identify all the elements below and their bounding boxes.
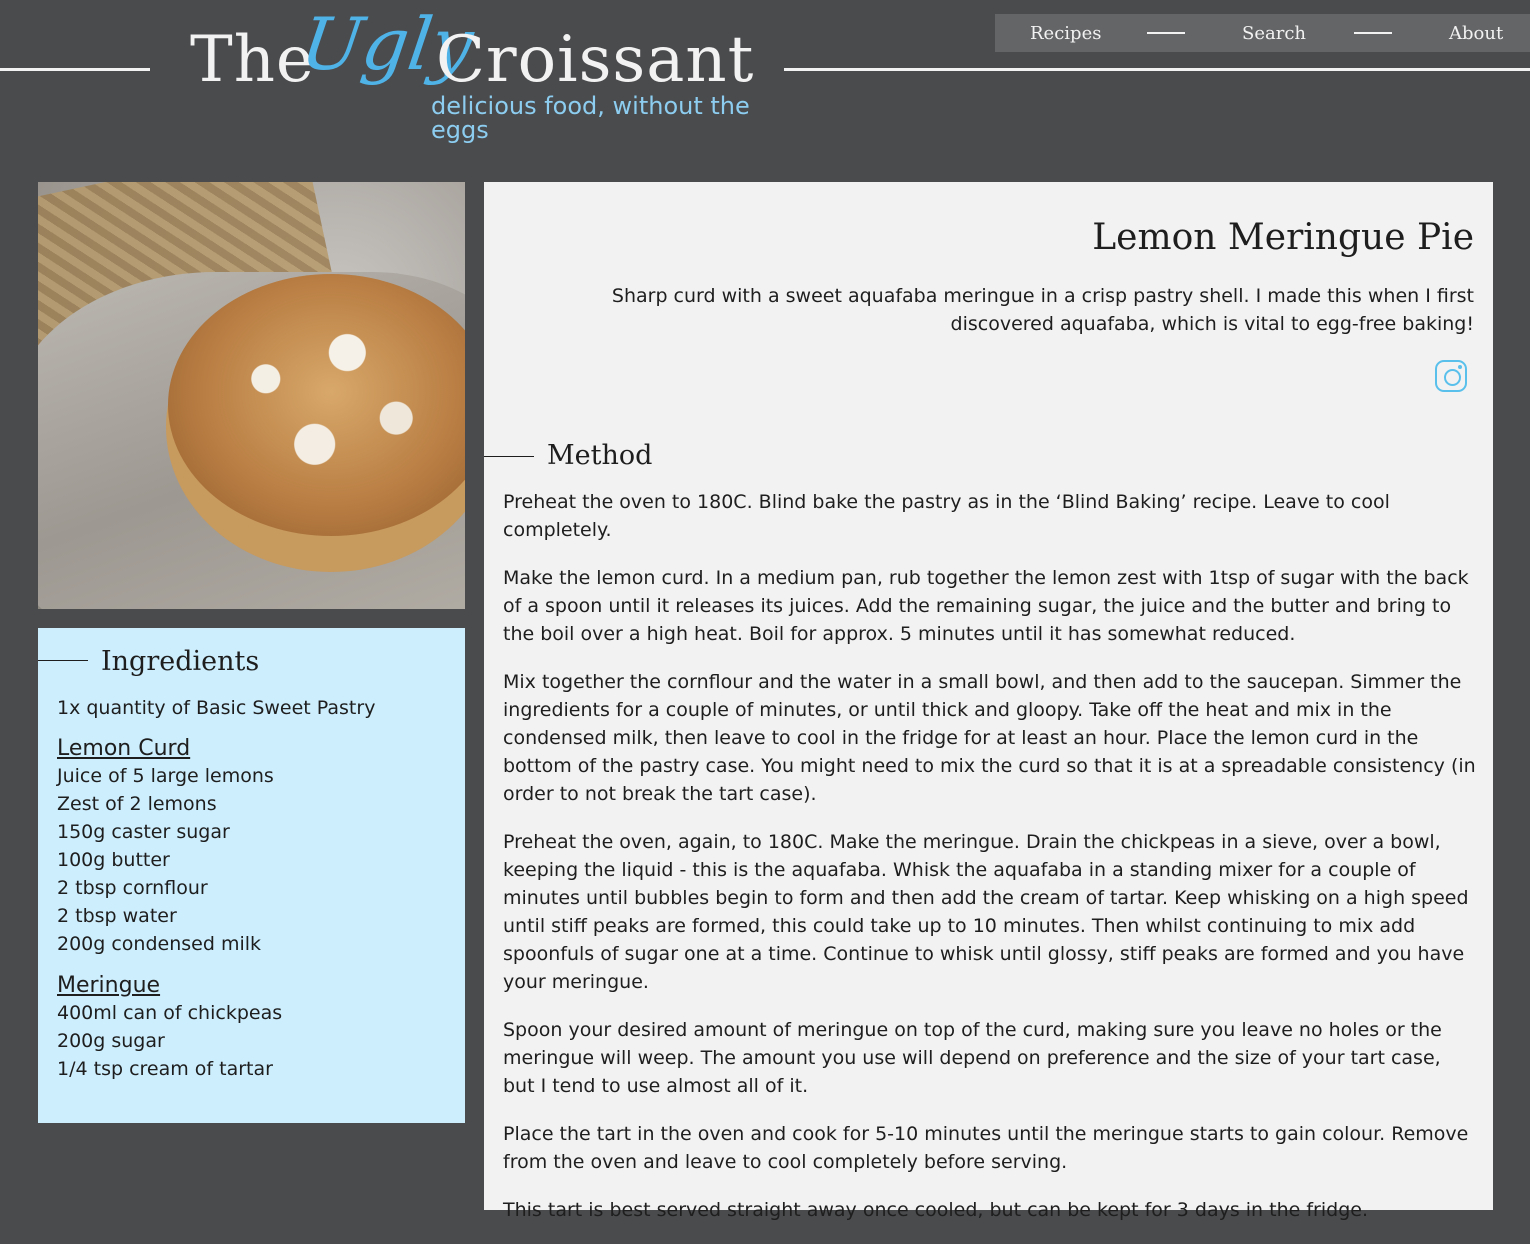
nav-search-link[interactable]: Search [1242, 23, 1306, 44]
main-nav: Recipes Search About [995, 14, 1530, 52]
ingredients-heading: Ingredients [101, 646, 260, 677]
ingredients-heading-rule [38, 660, 88, 661]
method-step: Make the lemon curd. In a medium pan, ru… [503, 567, 1469, 645]
header-rule-left [0, 68, 150, 71]
ingredient-item: 200g condensed milk [57, 933, 262, 955]
ingredient-item: 2 tbsp cornflour [57, 877, 208, 899]
method-step: Preheat the oven, again, to 180C. Make t… [503, 831, 1469, 993]
method-step: Mix together the cornflour and the water… [503, 671, 1476, 805]
method-step: Preheat the oven to 180C. Blind bake the… [503, 491, 1390, 541]
recipe-photo [38, 182, 465, 609]
instagram-icon[interactable] [1435, 360, 1467, 392]
method-heading: Method [547, 440, 653, 471]
instagram-lens [1444, 369, 1461, 386]
ingredient-group-title: Lemon Curd [57, 736, 191, 761]
instagram-dot [1458, 365, 1462, 369]
nav-recipes-link[interactable]: Recipes [1030, 23, 1101, 44]
ingredient-item: 2 tbsp water [57, 905, 177, 927]
nav-about-link[interactable]: About [1449, 23, 1503, 44]
ingredient-item: Zest of 2 lemons [57, 793, 217, 815]
ingredient-item: 100g butter [57, 849, 170, 871]
ingredient-item: Juice of 5 large lemons [57, 765, 274, 787]
recipe-title: Lemon Meringue Pie [1092, 217, 1474, 258]
ingredient-item: 150g caster sugar [57, 821, 230, 843]
method-step: Spoon your desired amount of meringue on… [503, 1019, 1442, 1097]
method-heading-rule [484, 456, 534, 457]
nav-separator [1354, 32, 1392, 34]
logo-word-croissant: Croissant [436, 23, 755, 97]
ingredient-item: 400ml can of chickpeas [57, 1002, 283, 1024]
method-steps: Preheat the oven to 180C. Blind bake the… [503, 488, 1478, 1244]
nav-separator [1147, 32, 1185, 34]
ingredients-panel: Ingredients 1x quantity of Basic Sweet P… [38, 628, 465, 1123]
ingredient-item: 1/4 tsp cream of tartar [57, 1058, 273, 1080]
header-rule-right [784, 68, 1530, 71]
method-step: This tart is best served straight away o… [503, 1199, 1368, 1221]
recipe-content-panel: Lemon Meringue Pie Sharp curd with a swe… [484, 182, 1493, 1221]
ingredient-intro: 1x quantity of Basic Sweet Pastry [57, 697, 376, 719]
ingredient-group-title: Meringue [57, 973, 161, 998]
method-step: Place the tart in the oven and cook for … [503, 1123, 1469, 1173]
ingredient-item: 200g sugar [57, 1030, 165, 1052]
logo-tagline: delicious food, without the eggs [431, 92, 750, 144]
site-logo[interactable]: The Ugly Croissant delicious food, witho… [190, 2, 790, 142]
recipe-subtitle: Sharp curd with a sweet aquafaba meringu… [611, 285, 1474, 335]
